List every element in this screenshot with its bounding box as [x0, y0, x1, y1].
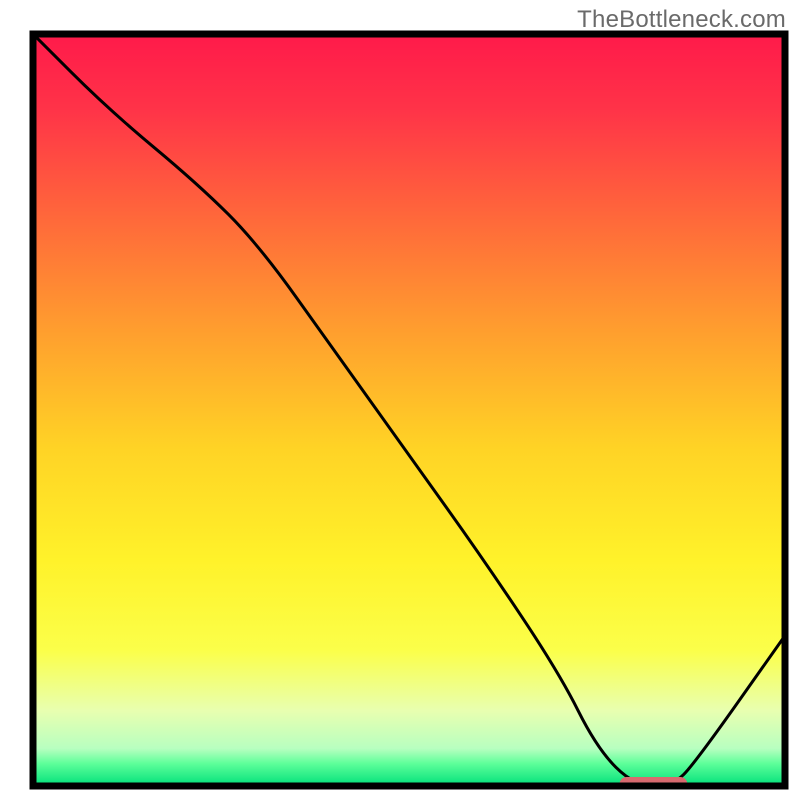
- gradient-background: [33, 34, 785, 786]
- bottleneck-chart: [0, 0, 800, 800]
- chart-container: TheBottleneck.com: [0, 0, 800, 800]
- watermark-text: TheBottleneck.com: [577, 6, 786, 34]
